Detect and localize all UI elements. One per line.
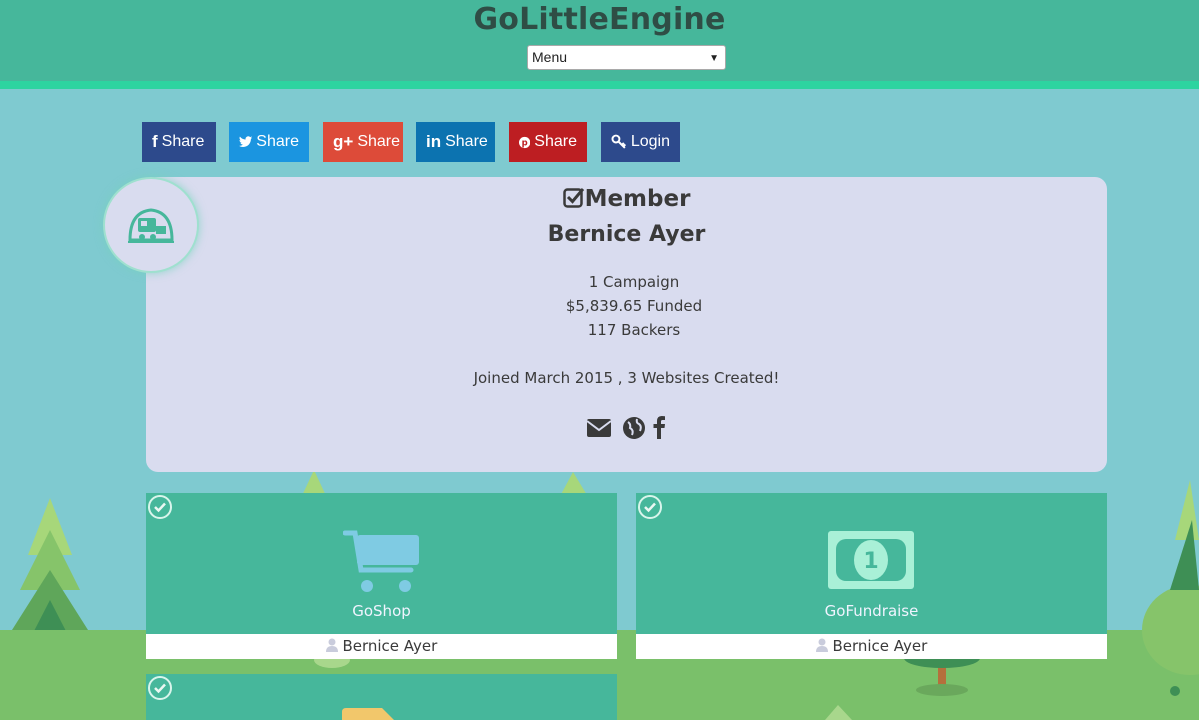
linkedin-icon: in [426, 132, 442, 151]
member-badge: Member [146, 186, 1107, 212]
site-brand[interactable]: GoLittleEngine [0, 2, 1199, 37]
menu-dropdown-value: Menu [532, 49, 568, 65]
funded-amount: $5,839.65 Funded [565, 297, 703, 315]
share-label: Share [534, 133, 577, 150]
chevron-down-icon: ▼ [709, 53, 719, 64]
share-label: Share [161, 133, 205, 150]
linkedin-share-button[interactable]: in Share [416, 122, 495, 162]
check-square-icon [562, 188, 584, 208]
envelope-icon[interactable] [586, 414, 612, 440]
menu-dropdown[interactable]: Menu ▼ [527, 45, 726, 70]
tile-owner: Bernice Ayer [146, 634, 617, 659]
check-circle-icon [148, 495, 172, 519]
login-label: Login [630, 133, 670, 150]
googleplus-share-button[interactable]: g+ Share [323, 122, 403, 162]
header-accent-stripe [0, 81, 1199, 89]
tile-label: GoShop [352, 602, 411, 620]
share-label: Share [445, 133, 488, 150]
joined-info: Joined March 2015 , 3 Websites Created! [473, 369, 780, 387]
pinterest-share-button[interactable]: p Share [509, 122, 587, 162]
shopping-cart-icon [343, 530, 419, 592]
share-label: Share [357, 133, 401, 150]
globe-icon[interactable] [622, 414, 646, 440]
facebook-icon: f [152, 132, 158, 151]
member-name: Bernice Ayer [547, 222, 706, 247]
pinterest-icon: p [519, 136, 531, 148]
check-circle-icon [148, 676, 172, 700]
google-plus-icon: g+ [333, 132, 354, 151]
tile-owner: Bernice Ayer [636, 634, 1107, 659]
svg-text:1: 1 [863, 549, 878, 574]
user-icon [325, 638, 338, 652]
share-label: Share [256, 133, 299, 150]
svg-text:p: p [522, 137, 528, 147]
key-icon [611, 134, 627, 149]
tag-icon [342, 708, 400, 720]
goshop-tile[interactable]: GoShop Bernice Ayer [146, 493, 617, 659]
gofundraise-tile[interactable]: 1 GoFundraise Bernice Ayer [636, 493, 1107, 659]
tile-owner-name: Bernice Ayer [832, 637, 928, 655]
campaign-count: 1 Campaign [588, 273, 680, 291]
twitter-share-button[interactable]: Share [229, 122, 309, 162]
check-circle-icon [638, 495, 662, 519]
facebook-share-button[interactable]: f Share [142, 122, 216, 162]
backer-count: 117 Backers [587, 321, 681, 339]
login-button[interactable]: Login [601, 122, 680, 162]
facebook-icon[interactable] [652, 414, 666, 440]
user-icon [815, 638, 828, 652]
tile-owner-name: Bernice Ayer [342, 637, 438, 655]
third-tile[interactable] [146, 674, 617, 720]
money-bill-icon: 1 [828, 531, 914, 589]
twitter-icon [239, 136, 253, 147]
tile-label: GoFundraise [824, 602, 919, 620]
member-badge-label: Member [584, 186, 691, 212]
